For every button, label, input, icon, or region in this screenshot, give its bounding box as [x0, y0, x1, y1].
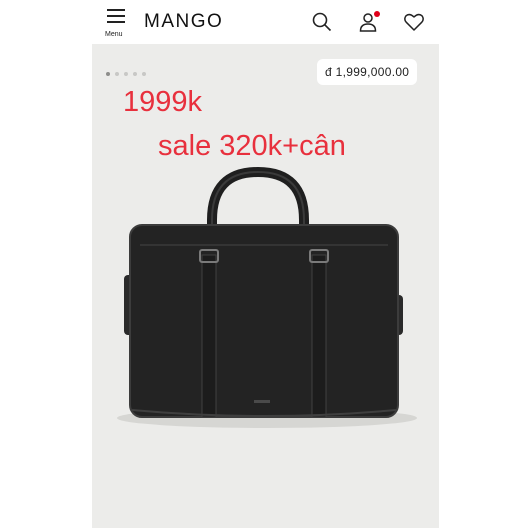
price-tag: đ 1,999,000.00: [317, 59, 418, 85]
handwritten-sale-note: sale 320k+cân: [158, 130, 346, 162]
wishlist-button[interactable]: [403, 11, 425, 33]
account-button[interactable]: [358, 11, 380, 33]
search-button[interactable]: [311, 11, 333, 33]
gallery-dot[interactable]: [142, 72, 146, 76]
menu-label: Menu: [105, 31, 123, 38]
product-screen: Menu MANGO đ 1,999,000.00 1999k sale 320: [92, 0, 439, 528]
product-image[interactable]: [92, 160, 439, 510]
gallery-pagination: [106, 63, 151, 76]
heart-icon: [404, 13, 424, 31]
gallery-dot[interactable]: [115, 72, 119, 76]
gallery-dot[interactable]: [124, 72, 128, 76]
handwritten-price-note: 1999k: [123, 86, 203, 118]
search-icon: [312, 12, 332, 32]
menu-button[interactable]: Menu: [104, 9, 130, 41]
notification-dot: [374, 11, 380, 17]
gallery-dot[interactable]: [106, 72, 110, 76]
top-navigation-bar: Menu MANGO: [92, 0, 439, 44]
gallery-dot[interactable]: [133, 72, 137, 76]
brand-logo[interactable]: MANGO: [144, 11, 223, 33]
